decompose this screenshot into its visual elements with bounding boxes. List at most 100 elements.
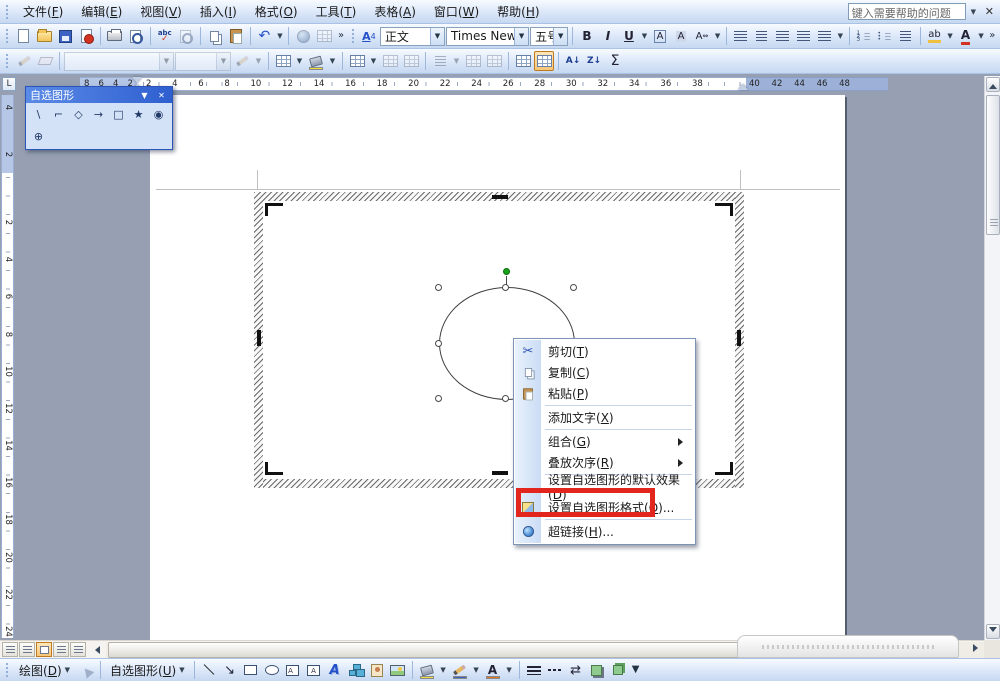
insert-wordart-button[interactable]: A: [325, 660, 345, 680]
autoshape-category-icon[interactable]: ◇: [69, 105, 88, 123]
canvas-bottom-handle[interactable]: [492, 471, 508, 475]
rectangle-tool-button[interactable]: [241, 660, 261, 680]
right-indent-marker[interactable]: [738, 84, 748, 90]
menubar-item[interactable]: 窗口(W): [425, 0, 488, 23]
open-button[interactable]: [34, 26, 54, 46]
bold-button[interactable]: B: [577, 26, 597, 46]
draw-menu-button[interactable]: 绘图(D)▼: [14, 658, 75, 681]
toolbar-grip[interactable]: [351, 28, 355, 44]
insert-table-dropdown-arrow-icon[interactable]: ▼: [368, 51, 379, 71]
canvas-corner-handle[interactable]: [265, 203, 283, 216]
underline-button[interactable]: U: [619, 26, 639, 46]
toolbar-options-chevron[interactable]: »: [335, 25, 346, 47]
font-color-button[interactable]: A: [483, 660, 503, 680]
insert-clipart-button[interactable]: [367, 660, 387, 680]
font-color-dropdown-arrow-icon[interactable]: ▼: [977, 26, 986, 46]
canvas-corner-handle[interactable]: [715, 462, 733, 475]
insert-picture-button[interactable]: [388, 660, 408, 680]
line-spacing-dropdown-arrow-icon[interactable]: ▼: [836, 26, 845, 46]
canvas-corner-handle[interactable]: [715, 203, 733, 216]
font-size-combobox[interactable]: 五号▼: [530, 27, 568, 46]
vertical-scrollbar[interactable]: [984, 76, 1000, 640]
table-autoformat-button[interactable]: [513, 51, 533, 71]
draw-table-button[interactable]: [14, 51, 34, 71]
menubar-item[interactable]: 文件(F): [14, 0, 72, 23]
resize-handle-top-right[interactable]: [570, 284, 577, 291]
ruler-right-margin[interactable]: 4042444648: [746, 77, 888, 91]
context-menu-item-add-text[interactable]: 添加文字(X): [515, 407, 694, 428]
new-document-button[interactable]: [13, 26, 33, 46]
line-tool-button[interactable]: [199, 660, 219, 680]
arrow-style-button[interactable]: ⇄: [566, 660, 586, 680]
resize-handle-bottom-middle[interactable]: [502, 395, 509, 402]
permission-button[interactable]: [76, 26, 96, 46]
line-weight-combobox[interactable]: ▼: [175, 52, 231, 71]
menubar-item[interactable]: 格式(O): [246, 0, 307, 23]
distribute-columns-button[interactable]: [484, 51, 504, 71]
insert-table-button[interactable]: [347, 51, 367, 71]
autoshape-category-icon[interactable]: \: [29, 105, 48, 123]
resize-handle-bottom-left[interactable]: [435, 395, 442, 402]
oval-tool-button[interactable]: [262, 660, 282, 680]
canvas-left-handle[interactable]: [257, 330, 261, 346]
save-button[interactable]: [55, 26, 75, 46]
paste-button[interactable]: [226, 26, 246, 46]
menubar-item[interactable]: 编辑(E): [72, 0, 131, 23]
border-color-button[interactable]: [232, 51, 252, 71]
context-menu-item-group[interactable]: 组合(G): [515, 431, 694, 452]
undo-button[interactable]: ↶: [254, 26, 274, 46]
canvas-top-handle[interactable]: [492, 195, 508, 199]
resize-handle-middle-left[interactable]: [435, 340, 442, 347]
web-layout-view-button[interactable]: [19, 642, 35, 657]
help-dropdown-arrow-icon[interactable]: ▼: [968, 2, 979, 22]
fill-color-dropdown-arrow-icon[interactable]: ▼: [438, 660, 449, 680]
eraser-button[interactable]: [35, 51, 55, 71]
menubar-item[interactable]: 工具(T): [307, 0, 366, 23]
help-question-input[interactable]: 键入需要帮助的问题: [848, 3, 966, 20]
tab-selector-button[interactable]: L: [2, 77, 16, 91]
horizontal-ruler[interactable]: 2468101214161820222426283032343638: [137, 77, 746, 91]
highlight-button[interactable]: ab: [925, 26, 945, 46]
undo-dropdown-arrow-icon[interactable]: ▼: [275, 26, 284, 46]
canvas-right-handle[interactable]: [737, 330, 741, 346]
split-cells-button[interactable]: [401, 51, 421, 71]
autoshape-category-icon[interactable]: →: [89, 105, 108, 123]
line-color-dropdown-arrow-icon[interactable]: ▼: [471, 660, 482, 680]
palette-title-bar[interactable]: 自选图形 ▼ ✕: [26, 87, 172, 103]
merge-cells-button[interactable]: [380, 51, 400, 71]
scroll-left-button[interactable]: [87, 642, 103, 657]
underline-dropdown-arrow-icon[interactable]: ▼: [640, 26, 649, 46]
vertical-scrollbar-thumb[interactable]: [986, 95, 1000, 235]
autosum-button[interactable]: Σ: [605, 51, 625, 71]
font-color-button[interactable]: A: [956, 26, 976, 46]
border-color-dropdown-arrow-icon[interactable]: ▼: [253, 51, 264, 71]
toolbar-grip[interactable]: [5, 4, 10, 20]
show-gridlines-button[interactable]: [534, 51, 554, 71]
center-button[interactable]: [752, 26, 772, 46]
context-menu-item-copy[interactable]: 复制(C): [515, 362, 694, 383]
toolbar-options-chevron[interactable]: »: [987, 25, 998, 47]
style-combobox[interactable]: 正文▼: [380, 27, 445, 46]
context-menu-item-paste[interactable]: 粘贴(P): [515, 383, 694, 404]
shading-dropdown-arrow-icon[interactable]: ▼: [327, 51, 338, 71]
menubar-item[interactable]: 视图(V): [131, 0, 191, 23]
cell-alignment-button[interactable]: [430, 51, 450, 71]
normal-view-button[interactable]: [2, 642, 18, 657]
select-objects-button[interactable]: [76, 660, 96, 680]
distribute-rows-button[interactable]: [463, 51, 483, 71]
line-style-button[interactable]: [524, 660, 544, 680]
character-scaling-dropdown-arrow-icon[interactable]: ▼: [713, 26, 722, 46]
shading-color-button[interactable]: [306, 51, 326, 71]
character-border-button[interactable]: A: [650, 26, 670, 46]
fill-color-button[interactable]: [417, 660, 437, 680]
bullets-button[interactable]: • —• —• —: [875, 26, 895, 46]
rotate-handle[interactable]: [503, 268, 510, 275]
highlight-dropdown-arrow-icon[interactable]: ▼: [946, 26, 955, 46]
menubar-item[interactable]: 插入(I): [191, 0, 246, 23]
borders-dropdown-arrow-icon[interactable]: ▼: [294, 51, 305, 71]
toolbar-grip[interactable]: [5, 53, 10, 69]
resize-handle-top-middle[interactable]: [502, 284, 509, 291]
character-shading-button[interactable]: A: [671, 26, 691, 46]
reading-layout-view-button[interactable]: [70, 642, 86, 657]
text-box-button[interactable]: A: [283, 660, 303, 680]
